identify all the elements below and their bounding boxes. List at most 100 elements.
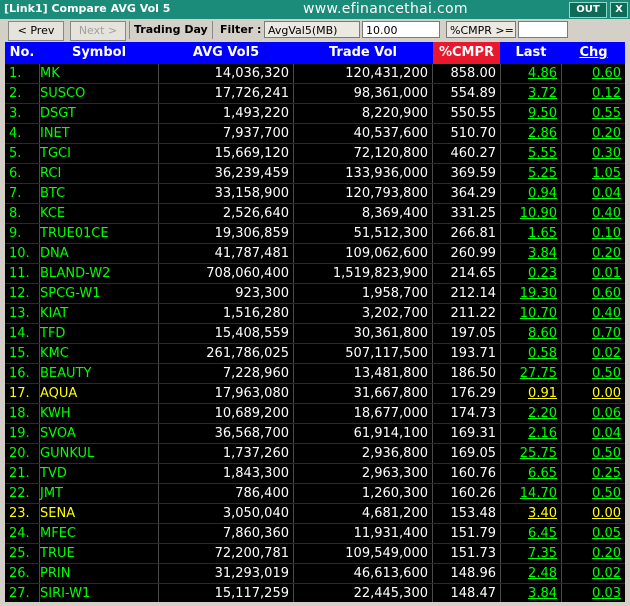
symbol-cell[interactable]: BLAND-W2 (40, 264, 158, 284)
table-row[interactable]: 22. JMT 786,400 1,260,300 160.26 14.70 0.50 (5, 484, 625, 504)
table-row[interactable]: 14. TFD 15,408,559 30,361,800 197.05 8.60 0.70 (5, 324, 625, 344)
symbol-cell[interactable]: KMC (40, 344, 158, 364)
table-row[interactable]: 3. DSGT 1,493,220 8,220,900 550.55 9.50 0.55 (5, 104, 625, 124)
last-price-cell[interactable]: 8.60 (501, 324, 561, 344)
last-price-cell[interactable]: 27.75 (501, 364, 561, 384)
change-cell[interactable]: 0.02 (562, 564, 625, 584)
table-row[interactable]: 1. MK 14,036,320 120,431,200 858.00 4.86 0.60 (5, 64, 625, 84)
change-cell[interactable]: 0.20 (562, 244, 625, 264)
symbol-cell[interactable]: RCI (40, 164, 158, 184)
change-cell[interactable]: 0.50 (562, 444, 625, 464)
last-price-cell[interactable]: 0.91 (501, 384, 561, 404)
table-row[interactable]: 10. DNA 41,787,481 109,062,600 260.99 3.84 0.2… (5, 244, 625, 264)
table-row[interactable]: 16. BEAUTY 7,228,960 13,481,800 186.50 27.75 0… (5, 364, 625, 384)
cmpr-filter-input[interactable] (518, 21, 568, 38)
table-row[interactable]: 26. PRIN 31,293,019 46,613,600 148.96 2.48 0.0… (5, 564, 625, 584)
last-price-cell[interactable]: 0.23 (501, 264, 561, 284)
symbol-cell[interactable]: TGCI (40, 144, 158, 164)
change-cell[interactable]: 0.60 (562, 64, 625, 84)
header-symbol[interactable]: Symbol (40, 42, 158, 64)
change-cell[interactable]: 0.10 (562, 224, 625, 244)
table-row[interactable]: 23. SENA 3,050,040 4,681,200 153.48 3.40 0.00 (5, 504, 625, 524)
change-cell[interactable]: 0.25 (562, 464, 625, 484)
header-chg[interactable]: Chg (562, 42, 625, 64)
last-price-cell[interactable]: 3.40 (501, 504, 561, 524)
last-price-cell[interactable]: 0.58 (501, 344, 561, 364)
last-price-cell[interactable]: 2.48 (501, 564, 561, 584)
symbol-cell[interactable]: KCE (40, 204, 158, 224)
header-avg-vol5[interactable]: AVG Vol5 (159, 42, 293, 64)
header-cmpr[interactable]: %CMPR (433, 42, 500, 64)
table-row[interactable]: 2. SUSCO 17,726,241 98,361,000 554.89 3.72 0.1… (5, 84, 625, 104)
symbol-cell[interactable]: PRIN (40, 564, 158, 584)
table-row[interactable]: 11. BLAND-W2 708,060,400 1,519,823,900 214.6… (5, 264, 625, 284)
last-price-cell[interactable]: 3.84 (501, 244, 561, 264)
change-cell[interactable]: 0.60 (562, 284, 625, 304)
last-price-cell[interactable]: 2.86 (501, 124, 561, 144)
out-button[interactable]: OUT (569, 2, 607, 18)
table-row[interactable]: 9. TRUE01CE 19,306,859 51,512,300 266.81 1.65… (5, 224, 625, 244)
change-cell[interactable]: 0.00 (562, 384, 625, 404)
last-price-cell[interactable]: 3.72 (501, 84, 561, 104)
header-trade-vol[interactable]: Trade Vol (294, 42, 432, 64)
last-price-cell[interactable]: 4.86 (501, 64, 561, 84)
last-price-cell[interactable]: 0.94 (501, 184, 561, 204)
last-price-cell[interactable]: 5.25 (501, 164, 561, 184)
symbol-cell[interactable]: BEAUTY (40, 364, 158, 384)
last-price-cell[interactable]: 25.75 (501, 444, 561, 464)
last-price-cell[interactable]: 5.55 (501, 144, 561, 164)
change-cell[interactable]: 0.20 (562, 124, 625, 144)
next-button[interactable]: Next > (70, 21, 126, 41)
last-price-cell[interactable]: 2.16 (501, 424, 561, 444)
last-price-cell[interactable]: 9.50 (501, 104, 561, 124)
change-cell[interactable]: 0.70 (562, 324, 625, 344)
symbol-cell[interactable]: BTC (40, 184, 158, 204)
symbol-cell[interactable]: TFD (40, 324, 158, 344)
table-row[interactable]: 25. TRUE 72,200,781 109,549,000 151.73 7.35 0.… (5, 544, 625, 564)
last-price-cell[interactable]: 3.84 (501, 584, 561, 602)
symbol-cell[interactable]: MFEC (40, 524, 158, 544)
change-cell[interactable]: 0.55 (562, 104, 625, 124)
symbol-cell[interactable]: KIAT (40, 304, 158, 324)
change-cell[interactable]: 0.06 (562, 404, 625, 424)
change-cell[interactable]: 0.40 (562, 304, 625, 324)
avgvol-filter-input[interactable]: 10.00 (362, 21, 440, 38)
last-price-cell[interactable]: 10.90 (501, 204, 561, 224)
table-row[interactable]: 7. BTC 33,158,900 120,793,800 364.29 0.94 0.04 (5, 184, 625, 204)
symbol-cell[interactable]: INET (40, 124, 158, 144)
change-cell[interactable]: 0.30 (562, 144, 625, 164)
change-cell[interactable]: 0.02 (562, 344, 625, 364)
symbol-cell[interactable]: AQUA (40, 384, 158, 404)
change-cell[interactable]: 0.04 (562, 184, 625, 204)
table-row[interactable]: 18. KWH 10,689,200 18,677,000 174.73 2.20 0.06 (5, 404, 625, 424)
table-row[interactable]: 19. SVOA 36,568,700 61,914,100 169.31 2.16 0.0… (5, 424, 625, 444)
header-last[interactable]: Last (501, 42, 561, 64)
symbol-cell[interactable]: GUNKUL (40, 444, 158, 464)
symbol-cell[interactable]: KWH (40, 404, 158, 424)
table-row[interactable]: 21. TVD 1,843,300 2,963,300 160.76 6.65 0.25 (5, 464, 625, 484)
symbol-cell[interactable]: TRUE (40, 544, 158, 564)
change-cell[interactable]: 0.50 (562, 364, 625, 384)
symbol-cell[interactable]: JMT (40, 484, 158, 504)
table-row[interactable]: 4. INET 7,937,700 40,537,600 510.70 2.86 0.20 (5, 124, 625, 144)
close-button[interactable]: X (610, 2, 628, 18)
symbol-cell[interactable]: TRUE01CE (40, 224, 158, 244)
change-cell[interactable]: 0.04 (562, 424, 625, 444)
last-price-cell[interactable]: 7.35 (501, 544, 561, 564)
change-cell[interactable]: 1.05 (562, 164, 625, 184)
table-row[interactable]: 15. KMC 261,786,025 507,117,500 193.71 0.58 0.… (5, 344, 625, 364)
last-price-cell[interactable]: 14.70 (501, 484, 561, 504)
table-row[interactable]: 24. MFEC 7,860,360 11,931,400 151.79 6.45 0.05 (5, 524, 625, 544)
change-cell[interactable]: 0.50 (562, 484, 625, 504)
table-row[interactable]: 8. KCE 2,526,640 8,369,400 331.25 10.90 0.40 (5, 204, 625, 224)
change-cell[interactable]: 0.00 (562, 504, 625, 524)
symbol-cell[interactable]: DSGT (40, 104, 158, 124)
change-cell[interactable]: 0.40 (562, 204, 625, 224)
symbol-cell[interactable]: SIRI-W1 (40, 584, 158, 602)
table-row[interactable]: 17. AQUA 17,963,080 31,667,800 176.29 0.91 0.0… (5, 384, 625, 404)
symbol-cell[interactable]: DNA (40, 244, 158, 264)
symbol-cell[interactable]: SENA (40, 504, 158, 524)
last-price-cell[interactable]: 10.70 (501, 304, 561, 324)
change-cell[interactable]: 0.20 (562, 544, 625, 564)
change-cell[interactable]: 0.05 (562, 524, 625, 544)
